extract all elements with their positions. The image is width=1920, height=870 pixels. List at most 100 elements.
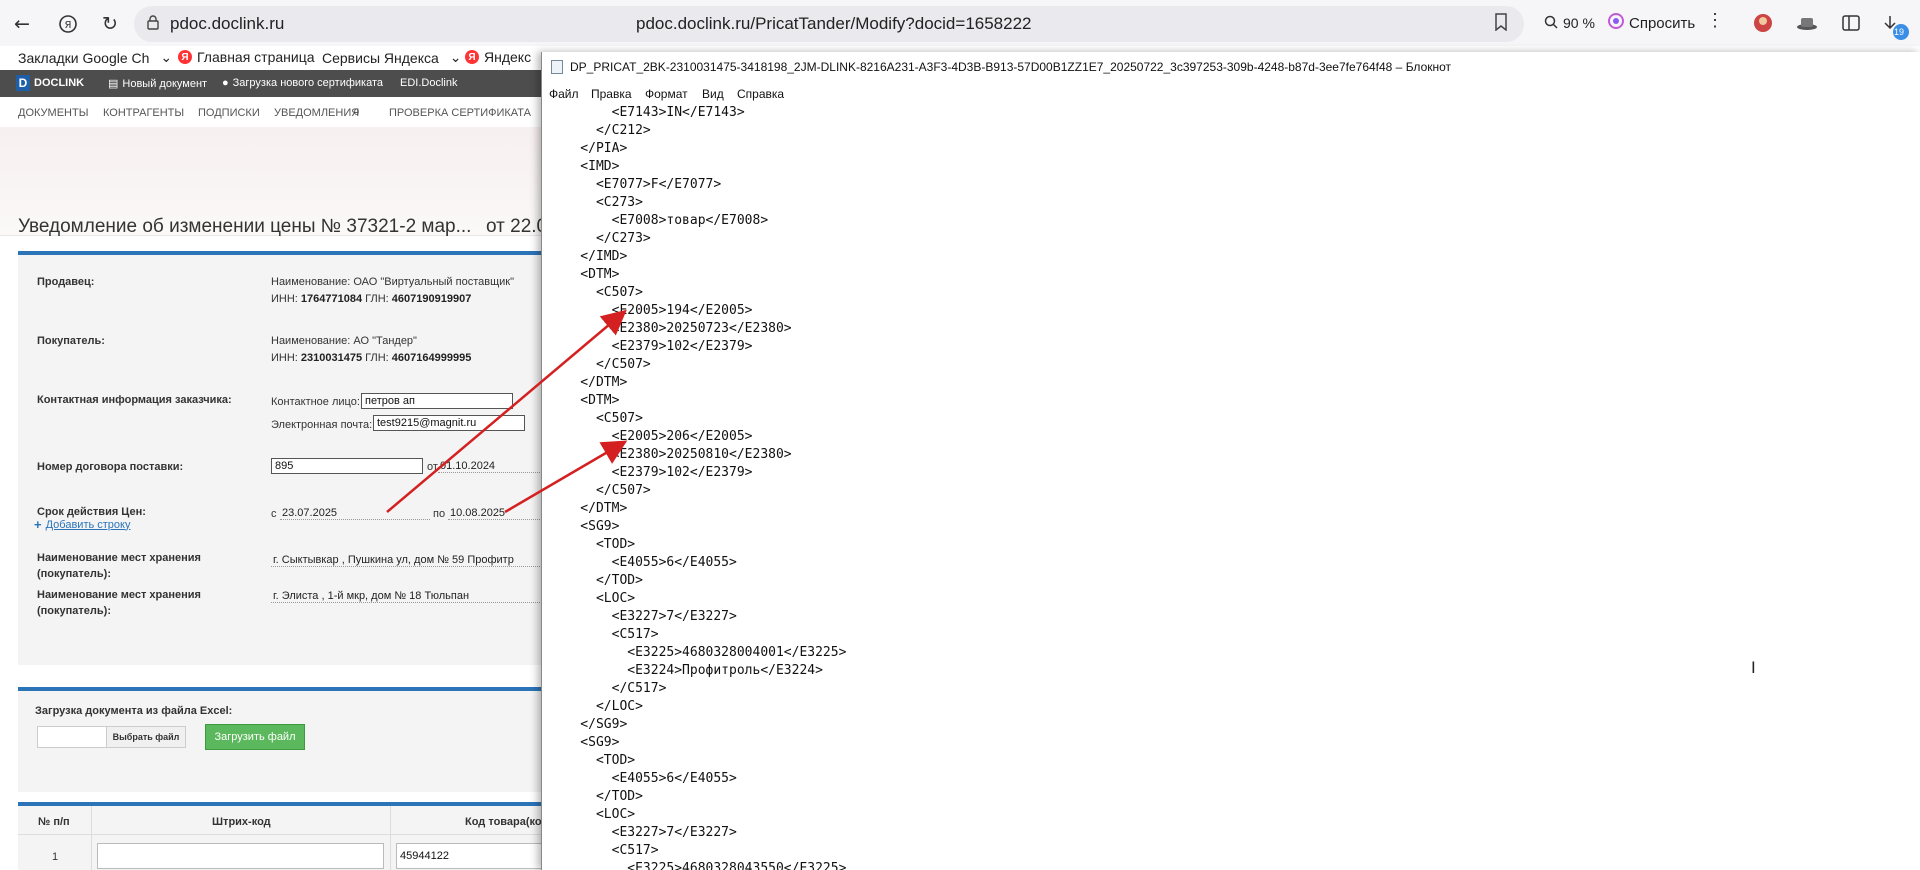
menu-documents[interactable]: ДОКУМЕНТЫ xyxy=(18,107,88,119)
notepad-line: <E3227>7</E3227> xyxy=(549,825,737,840)
storage-input-1[interactable]: г. Сыктывкар , Пушкина ул, дом № 59 Проф… xyxy=(271,553,542,567)
notepad-line: <E2379>102</E2379> xyxy=(549,465,753,480)
notepad-line: </TOD> xyxy=(549,789,643,804)
extension-hat-icon[interactable] xyxy=(1796,12,1818,34)
notepad-line: <E2005>194</E2005> xyxy=(549,303,753,318)
zoom-indicator[interactable]: 90 % xyxy=(1538,10,1601,36)
menu-contractors[interactable]: КОНТРАГЕНТЫ xyxy=(103,107,184,119)
add-row-link[interactable]: + Добавить строку xyxy=(34,517,130,532)
extension-avatar-icon[interactable] xyxy=(1752,12,1774,34)
more-menu-icon[interactable]: ⋮ xyxy=(1706,10,1724,31)
notepad-line: </TOD> xyxy=(549,573,643,588)
back-icon[interactable]: ← xyxy=(8,10,36,38)
reload-icon[interactable]: ↻ xyxy=(96,10,124,38)
doclink-page: D DOCLINK ▤ Новый документ ● Загрузка но… xyxy=(0,70,542,870)
validity-from-input[interactable]: 23.07.2025 xyxy=(280,506,430,520)
document-icon: ▤ xyxy=(108,78,119,90)
menu-edit[interactable]: Правка xyxy=(591,87,632,101)
zoom-icon xyxy=(1544,15,1558,32)
bookmark-main[interactable]: Я Главная страница xyxy=(178,49,315,65)
notepad-menubar: Файл Правка Формат Вид Справка xyxy=(542,84,1920,104)
buyer-label: Покупатель: xyxy=(37,335,105,347)
edi-doclink-link[interactable]: EDI.Doclink xyxy=(400,77,457,89)
bookmark-label: Главная страница xyxy=(197,49,315,65)
col-barcode: Штрих-код xyxy=(212,816,271,828)
site-host[interactable]: pdoc.doclink.ru xyxy=(170,14,284,34)
notepad-line: </LOC> xyxy=(549,699,643,714)
email-input[interactable]: test9215@magnit.ru xyxy=(373,415,525,431)
menu-help[interactable]: Справка xyxy=(737,87,784,101)
contract-number-input[interactable]: 895 xyxy=(271,458,423,474)
choose-file-button[interactable]: Выбрать файл xyxy=(106,726,186,748)
bookmark-icon[interactable] xyxy=(1494,13,1508,36)
buyer-ids: ИНН: 2310031475 ГЛН: 4607164999995 xyxy=(271,350,471,366)
notepad-window: DP_PRICAT_2BK-2310031475-3418198_2JM-DLI… xyxy=(541,52,1920,870)
storage-input-2[interactable]: г. Элиста , 1-й мкр, дом № 18 Тюльпан xyxy=(271,589,542,603)
notepad-line: <E3225>4680328043550</E3225> xyxy=(549,861,847,870)
col-item-code: Код товара(ко xyxy=(465,816,542,828)
menu-subscriptions[interactable]: ПОДПИСКИ xyxy=(198,107,260,119)
menu-format[interactable]: Формат xyxy=(645,87,688,101)
contract-date-input[interactable]: 01.10.2024 xyxy=(438,459,542,473)
menu-notifications[interactable]: УВЕДОМЛЕНИЯ xyxy=(274,107,359,119)
notepad-line: <C273> xyxy=(549,195,643,210)
bookmark-services[interactable]: Сервисы Яндекса ⌄ xyxy=(322,49,462,66)
notepad-line: </C507> xyxy=(549,357,651,372)
doclink-logo-icon: D xyxy=(16,75,30,91)
seller-ids: ИНН: 1764771084 ГЛН: 4607190919907 xyxy=(271,291,471,307)
file-path-input[interactable] xyxy=(37,726,107,748)
doclink-logo[interactable]: D DOCLINK xyxy=(16,75,84,91)
downloads-icon[interactable]: 19 xyxy=(1882,12,1909,40)
notepad-line: <E4055>6</E4055> xyxy=(549,555,737,570)
notepad-line: <E7008>товар</E7008> xyxy=(549,213,769,228)
notepad-title: DP_PRICAT_2BK-2310031475-3418198_2JM-DLI… xyxy=(570,60,1452,74)
buyer-inn: 2310031475 xyxy=(300,352,363,364)
notepad-line: </C212> xyxy=(549,123,651,138)
yandex-icon[interactable]: Я xyxy=(54,10,82,38)
downloads-badge: 19 xyxy=(1894,27,1905,37)
notepad-line: <E3225>4680328004001</E3225> xyxy=(549,645,847,660)
bookmark-label: Сервисы Яндекса xyxy=(322,49,439,66)
text-cursor-icon: I xyxy=(1751,658,1756,677)
notepad-icon xyxy=(551,60,563,74)
contract-label: Номер договора поставки: xyxy=(37,461,184,473)
new-document-link[interactable]: ▤ Новый документ xyxy=(108,77,207,91)
chevron-down-icon: ⌄ xyxy=(160,49,173,65)
browser-toolbar: ← Я ↻ pdoc.doclink.ru pdoc.doclink.ru/Pr… xyxy=(0,0,1920,46)
ask-label: Спросить xyxy=(1629,14,1696,32)
upload-file-button[interactable]: Загрузить файл xyxy=(205,724,305,750)
bookmark-yandex[interactable]: Я Яндекс xyxy=(465,49,531,65)
inn-label: ИНН: xyxy=(271,293,298,305)
menu-file[interactable]: Файл xyxy=(549,87,579,101)
notepad-line: <TOD> xyxy=(549,753,636,768)
ask-button[interactable]: Спросить xyxy=(1608,10,1695,36)
bookmark-google[interactable]: Закладки Google Ch ⌄ xyxy=(18,49,172,66)
barcode-input[interactable] xyxy=(97,843,384,869)
notepad-line: <C507> xyxy=(549,285,643,300)
notepad-line: </DTM> xyxy=(549,501,628,516)
gln-label: ГЛН: xyxy=(365,293,389,305)
notepad-line: <E2005>206</E2005> xyxy=(549,429,753,444)
extensions-icon[interactable] xyxy=(1840,12,1862,34)
yandex-logo-icon: Я xyxy=(465,50,479,64)
validity-to-input[interactable]: 10.08.2025 xyxy=(448,506,542,520)
url-text[interactable]: pdoc.doclink.ru/PricatTander/Modify?doci… xyxy=(636,14,1032,34)
buyer-gln: 4607164999995 xyxy=(391,352,472,364)
item-code-input[interactable]: 45944122 xyxy=(396,843,542,869)
notepad-line: <SG9> xyxy=(549,519,620,534)
doclink-topbar: D DOCLINK ▤ Новый документ ● Загрузка но… xyxy=(0,70,542,97)
contract-from-label: от xyxy=(427,461,438,473)
svg-text:Я: Я xyxy=(65,20,72,31)
notepad-line: <C517> xyxy=(549,843,659,858)
upload-certificate-link[interactable]: ● Загрузка нового сертификата xyxy=(222,77,383,89)
menu-check-certificate[interactable]: ПРОВЕРКА СЕРТИФИКАТА xyxy=(389,107,531,119)
menu-view[interactable]: Вид xyxy=(702,87,724,101)
notepad-line: </IMD> xyxy=(549,249,628,264)
buyer-name: Наименование: АО "Тандер" xyxy=(271,335,417,347)
notepad-text-area[interactable]: <E7143>IN</E7143> </C212> </PIA> <IMD> <… xyxy=(549,104,1919,870)
contact-person-input[interactable]: петров ап xyxy=(361,393,513,409)
alice-icon xyxy=(1608,13,1624,33)
doclink-menu: ДОКУМЕНТЫ КОНТРАГЕНТЫ ПОДПИСКИ УВЕДОМЛЕН… xyxy=(0,97,542,127)
site-settings-icon[interactable] xyxy=(146,14,160,30)
notepad-titlebar[interactable]: DP_PRICAT_2BK-2310031475-3418198_2JM-DLI… xyxy=(542,52,1920,82)
